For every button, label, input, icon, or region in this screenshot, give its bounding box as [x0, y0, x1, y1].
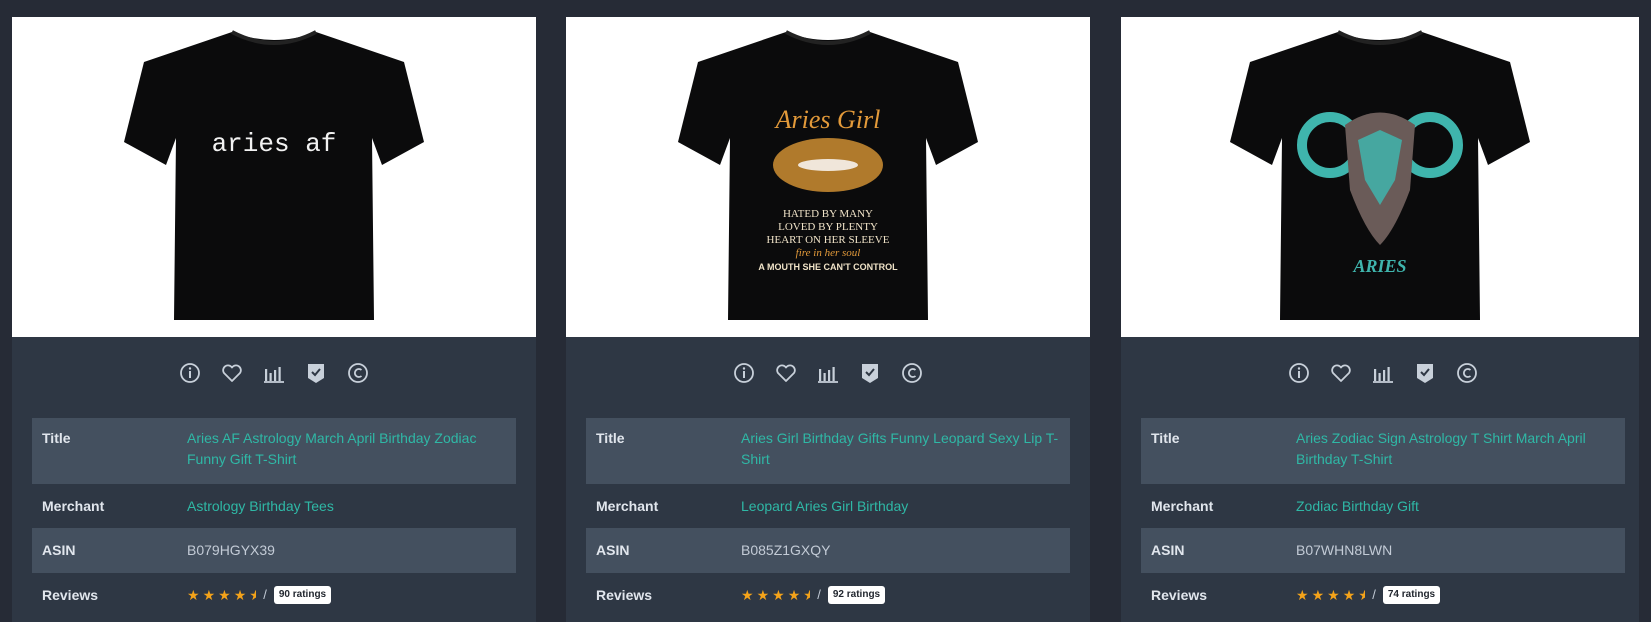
- reviews-label: Reviews: [42, 587, 99, 603]
- star-half-icon: ★: [249, 586, 257, 603]
- merchant-row: Merchant Astrology Birthday Tees: [32, 484, 516, 528]
- copyright-icon[interactable]: [1455, 361, 1479, 385]
- merchant-label: Merchant: [596, 498, 659, 514]
- star-full-icon: ★: [187, 586, 200, 603]
- ratings-count-badge[interactable]: 92 ratings: [827, 585, 886, 604]
- title-row: Title Aries Zodiac Sign Astrology T Shir…: [1141, 418, 1625, 484]
- ratings-count-badge[interactable]: 90 ratings: [273, 585, 332, 604]
- product-details-table: Title Aries Girl Birthday Gifts Funny Le…: [586, 418, 1070, 618]
- asin-label: ASIN: [1151, 542, 1185, 558]
- merchant-label: Merchant: [42, 498, 105, 514]
- asin-value: B079HGYX39: [187, 542, 275, 558]
- title-label: Title: [1151, 430, 1180, 446]
- asin-label: ASIN: [596, 542, 630, 558]
- star-half-icon: ★: [803, 586, 811, 603]
- info-icon[interactable]: [1287, 361, 1311, 385]
- product-card: ARIES Title Aries Zodiac Sign Astrology …: [1121, 17, 1639, 622]
- copyright-icon[interactable]: [346, 361, 370, 385]
- product-details-table: Title Aries AF Astrology March April Bir…: [32, 418, 516, 618]
- star-full-icon: ★: [787, 586, 801, 603]
- bar-chart-icon[interactable]: [262, 361, 286, 385]
- star-full-icon: ★: [741, 586, 754, 603]
- title-label: Title: [42, 430, 71, 446]
- asin-value: B085Z1GXQY: [741, 542, 831, 558]
- star-full-icon: ★: [772, 586, 785, 603]
- action-icons: [566, 361, 1090, 391]
- title-link[interactable]: Aries AF Astrology March April Birthday …: [187, 428, 507, 470]
- asin-value: B07WHN8LWN: [1296, 542, 1393, 558]
- merchant-label: Merchant: [1151, 498, 1214, 514]
- title-link[interactable]: Aries Girl Birthday Gifts Funny Leopard …: [741, 428, 1061, 470]
- tshirt-image: Aries Girl HATED BY MANY LOVED BY PLENTY…: [678, 30, 978, 320]
- bar-chart-icon[interactable]: [1371, 361, 1395, 385]
- action-icons: [12, 361, 536, 391]
- product-image[interactable]: ARIES: [1121, 17, 1639, 337]
- shirt-line: HATED BY MANY: [783, 208, 873, 220]
- shield-check-icon[interactable]: [1413, 361, 1437, 385]
- star-full-icon: ★: [756, 586, 770, 603]
- star-full-icon: ★: [233, 586, 247, 603]
- product-details-table: Title Aries Zodiac Sign Astrology T Shir…: [1141, 418, 1625, 618]
- merchant-link[interactable]: Astrology Birthday Tees: [187, 496, 507, 517]
- rating-stars: ★ ★ ★ ★ ★ / 92 ratings: [741, 584, 1061, 605]
- star-full-icon: ★: [1296, 586, 1309, 603]
- shield-check-icon[interactable]: [858, 361, 882, 385]
- product-image[interactable]: aries af: [12, 17, 536, 337]
- merchant-link[interactable]: Leopard Aries Girl Birthday: [741, 496, 1061, 517]
- shirt-print-text: ARIES: [1352, 256, 1406, 276]
- shirt-line: LOVED BY PLENTY: [778, 221, 878, 233]
- product-card: aries af Title Aries AF Astrology March …: [12, 17, 536, 622]
- star-full-icon: ★: [1311, 586, 1325, 603]
- reviews-label: Reviews: [1151, 587, 1208, 603]
- title-link[interactable]: Aries Zodiac Sign Astrology T Shirt Marc…: [1296, 428, 1616, 470]
- star-full-icon: ★: [218, 586, 231, 603]
- merchant-row: Merchant Leopard Aries Girl Birthday: [586, 484, 1070, 528]
- star-full-icon: ★: [1342, 586, 1356, 603]
- heart-icon[interactable]: [774, 361, 798, 385]
- asin-row: ASIN B085Z1GXQY: [586, 528, 1070, 573]
- rating-stars: ★ ★ ★ ★ ★ / 74 ratings: [1296, 584, 1616, 605]
- tshirt-image: ARIES: [1230, 30, 1530, 320]
- asin-row: ASIN B07WHN8LWN: [1141, 528, 1625, 573]
- reviews-label: Reviews: [596, 587, 653, 603]
- merchant-link[interactable]: Zodiac Birthday Gift: [1296, 496, 1616, 517]
- shirt-print-text: Aries Girl: [774, 105, 881, 134]
- heart-icon[interactable]: [220, 361, 244, 385]
- shirt-line: fire in her soul: [796, 247, 861, 259]
- asin-label: ASIN: [42, 542, 76, 558]
- copyright-icon[interactable]: [900, 361, 924, 385]
- product-image[interactable]: Aries Girl HATED BY MANY LOVED BY PLENTY…: [566, 17, 1090, 337]
- reviews-row: Reviews ★ ★ ★ ★ ★ / 90 ratings: [32, 573, 516, 618]
- separator: /: [1372, 587, 1376, 602]
- shirt-line: HEART ON HER SLEEVE: [767, 234, 890, 246]
- info-icon[interactable]: [178, 361, 202, 385]
- separator: /: [263, 587, 267, 602]
- shirt-print-text: aries af: [212, 129, 337, 159]
- info-icon[interactable]: [732, 361, 756, 385]
- asin-row: ASIN B079HGYX39: [32, 528, 516, 573]
- rating-stars: ★ ★ ★ ★ ★ / 90 ratings: [187, 584, 507, 605]
- product-card: Aries Girl HATED BY MANY LOVED BY PLENTY…: [566, 17, 1090, 622]
- action-icons: [1121, 361, 1645, 391]
- tshirt-image: aries af: [124, 30, 424, 320]
- star-full-icon: ★: [202, 586, 216, 603]
- heart-icon[interactable]: [1329, 361, 1353, 385]
- title-row: Title Aries AF Astrology March April Bir…: [32, 418, 516, 484]
- reviews-row: Reviews ★ ★ ★ ★ ★ / 74 ratings: [1141, 573, 1625, 618]
- shield-check-icon[interactable]: [304, 361, 328, 385]
- title-label: Title: [596, 430, 625, 446]
- star-half-icon: ★: [1358, 586, 1366, 603]
- title-row: Title Aries Girl Birthday Gifts Funny Le…: [586, 418, 1070, 484]
- bar-chart-icon[interactable]: [816, 361, 840, 385]
- shirt-line: A MOUTH SHE CAN'T CONTROL: [758, 262, 898, 272]
- merchant-row: Merchant Zodiac Birthday Gift: [1141, 484, 1625, 528]
- star-full-icon: ★: [1327, 586, 1340, 603]
- separator: /: [817, 587, 821, 602]
- ratings-count-badge[interactable]: 74 ratings: [1382, 585, 1441, 604]
- reviews-row: Reviews ★ ★ ★ ★ ★ / 92 ratings: [586, 573, 1070, 618]
